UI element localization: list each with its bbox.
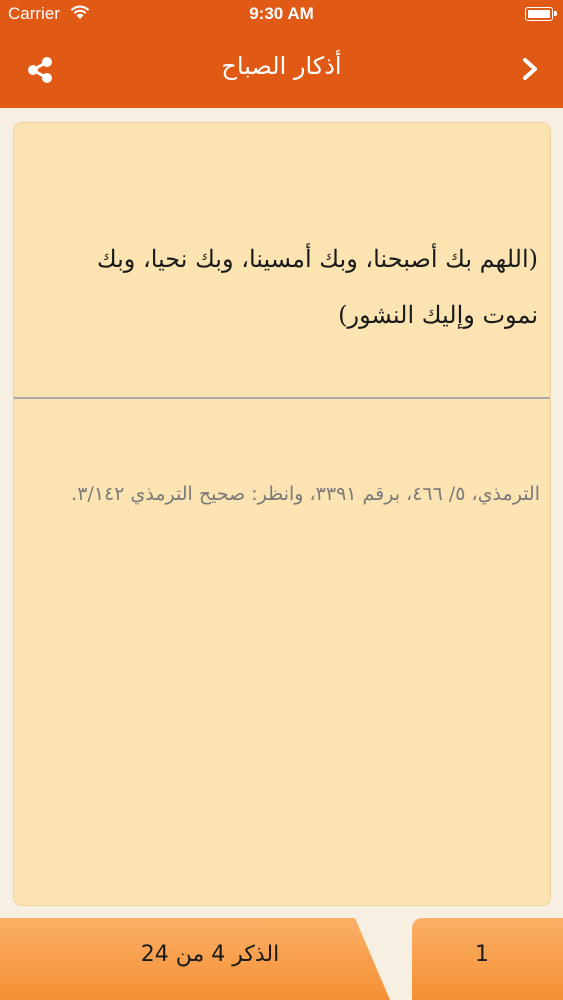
page-title: أذكار الصباح <box>221 52 342 80</box>
divider <box>14 397 550 399</box>
battery-icon <box>525 7 557 21</box>
navigation-bar: أذكار الصباح <box>0 30 563 108</box>
battery-level <box>528 10 550 18</box>
zikr-card: (اللهم بك أصبحنا، وبك أمسينا، وبك نحيا، … <box>14 123 550 905</box>
source-reference: الترمذي، ٥/ ٤٦٦، برقم ٣٣٩١، وانظر: صحيح … <box>71 483 540 505</box>
zikr-text: (اللهم بك أصبحنا، وبك أمسينا، وبك نحيا، … <box>96 245 538 329</box>
status-time: 9:30 AM <box>249 4 314 23</box>
tap-count[interactable]: 1 <box>412 942 552 967</box>
status-bar: Carrier 9:30 AM <box>0 0 563 30</box>
bottom-bar: الذكر 4 من 24 1 <box>0 918 563 1000</box>
zikr-counter-label: الذكر 4 من 24 <box>140 942 280 967</box>
chevron-right-icon[interactable] <box>519 56 541 82</box>
